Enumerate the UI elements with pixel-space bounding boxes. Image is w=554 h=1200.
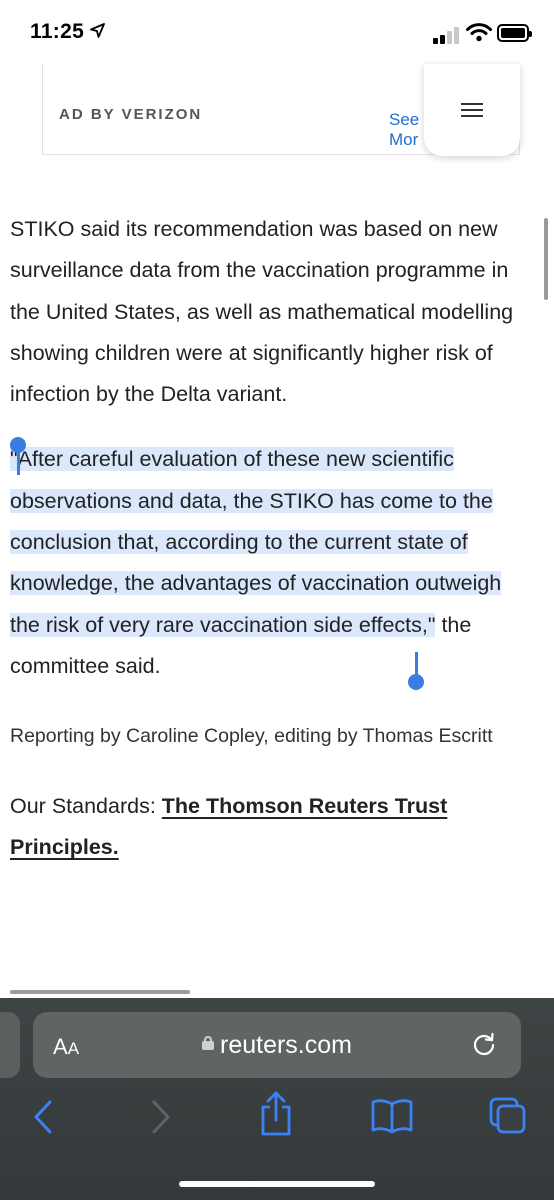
ad-see-more-link[interactable]: See More [389, 110, 419, 150]
clock: 11:25 [30, 20, 85, 43]
selection-end-handle[interactable] [408, 652, 424, 691]
share-icon[interactable] [258, 1090, 294, 1143]
url-text: reuters.com [220, 1031, 352, 1059]
vertical-scrollbar[interactable] [544, 218, 548, 300]
byline: Reporting by Caroline Copley, editing by… [10, 725, 493, 748]
cellular-signal-icon [433, 26, 461, 44]
article-body: STIKO said its recommendation was based … [10, 209, 520, 868]
battery-icon [497, 24, 532, 42]
previous-tab-preview[interactable] [0, 1012, 20, 1078]
horizontal-scroll-indicator [10, 990, 190, 994]
lock-icon [202, 1036, 214, 1051]
menu-button[interactable] [424, 64, 520, 156]
forward-icon[interactable] [148, 1096, 174, 1143]
selected-text[interactable]: After careful evaluation of these new sc… [10, 447, 502, 637]
hamburger-menu-icon [461, 99, 483, 121]
article-paragraph: STIKO said its recommendation was based … [10, 217, 514, 407]
status-bar: 11:25 [0, 0, 554, 64]
status-time: 11:25 [30, 20, 105, 44]
ad-label: AD BY VERIZON [59, 106, 203, 123]
address-bar[interactable]: AA reuters.com [33, 1012, 521, 1078]
reload-icon[interactable] [471, 1031, 497, 1062]
location-arrow-icon [90, 20, 105, 44]
back-icon[interactable] [30, 1096, 56, 1143]
standards-label: Our Standards: [10, 794, 162, 819]
selection-start-handle[interactable] [10, 437, 26, 476]
standards-line: Our Standards: The Thomson Reuters Trust… [10, 786, 520, 868]
home-indicator[interactable] [179, 1181, 375, 1187]
bookmarks-icon[interactable] [371, 1098, 413, 1139]
tabs-icon[interactable] [488, 1096, 528, 1141]
quote-paragraph[interactable]: "After careful evaluation of these new s… [10, 437, 520, 691]
url-display[interactable]: reuters.com [33, 1031, 521, 1060]
wifi-icon [466, 22, 492, 47]
